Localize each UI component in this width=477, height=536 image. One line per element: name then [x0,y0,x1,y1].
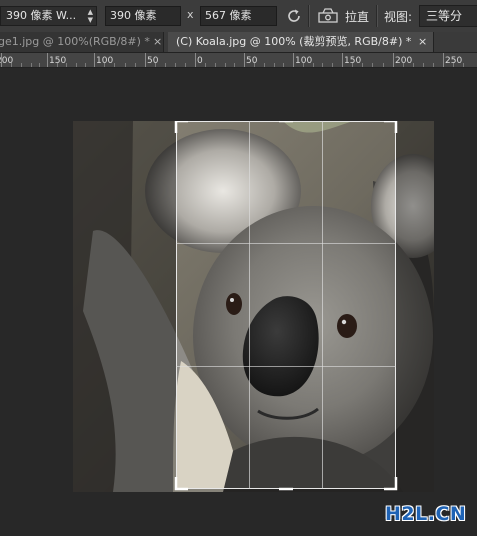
view-label: 视图: [384,10,413,24]
chevron-updown-icon: ▲ ▼ [87,8,93,24]
tab-label: (C) Koala.jpg @ 100% (裁剪预览, RGB/8#) * [176,35,412,48]
dimension-separator: x [187,8,194,21]
ruler-label: 200 [0,56,13,66]
rotate-icon[interactable] [285,7,303,25]
ruler-label: 150 [49,56,66,66]
ruler-label: 100 [295,56,312,66]
straighten-icon[interactable] [318,8,338,24]
koala-photo [73,121,434,492]
ruler-label: 150 [344,56,361,66]
tab-koala[interactable]: (C) Koala.jpg @ 100% (裁剪预览, RGB/8#) * [168,32,434,52]
view-overlay-value: 三等分 [426,9,463,23]
crop-width-input[interactable]: 390 像素 [105,6,181,26]
crop-ratio-select[interactable]: 390 像素 W... ▲ ▼ [0,6,97,26]
ruler-label: 50 [147,56,159,66]
document-tab-bar: ge1.jpg @ 100%(RGB/8#) * × (C) Koala.jpg… [0,32,477,53]
crop-ratio-value: 390 像素 W... [6,9,77,22]
ruler-label: 250 [445,56,462,66]
document-canvas[interactable] [0,68,477,536]
close-icon[interactable]: × [418,32,427,52]
tab-label: ge1.jpg @ 100%(RGB/8#) * [0,35,150,48]
crop-height-value: 567 像素 [205,9,252,22]
options-bar: 390 像素 W... ▲ ▼ 390 像素 x 567 像素 拉直 视图: 三等… [0,0,477,33]
toolbar-divider [376,5,378,27]
toolbar-divider [308,5,310,27]
view-overlay-select[interactable]: 三等分 [419,5,477,27]
photoshop-window: 390 像素 W... ▲ ▼ 390 像素 x 567 像素 拉直 视图: 三等… [0,0,477,536]
ruler-label: 50 [246,56,258,66]
crop-width-value: 390 像素 [110,9,157,22]
ruler-label: 100 [96,56,113,66]
close-icon[interactable]: × [153,32,162,52]
site-watermark: H2L.CN [385,503,467,525]
straighten-button[interactable]: 拉直 [345,8,369,25]
ruler-label: 0 [197,56,203,66]
ruler-ticks: 200 150 100 50 0 50 100 150 200 250 [0,53,464,67]
horizontal-ruler: 200 150 100 50 0 50 100 150 200 250 [0,53,477,68]
ruler-label: 200 [395,56,412,66]
crop-height-input[interactable]: 567 像素 [200,6,277,26]
tab-image1[interactable]: ge1.jpg @ 100%(RGB/8#) * [0,32,164,52]
